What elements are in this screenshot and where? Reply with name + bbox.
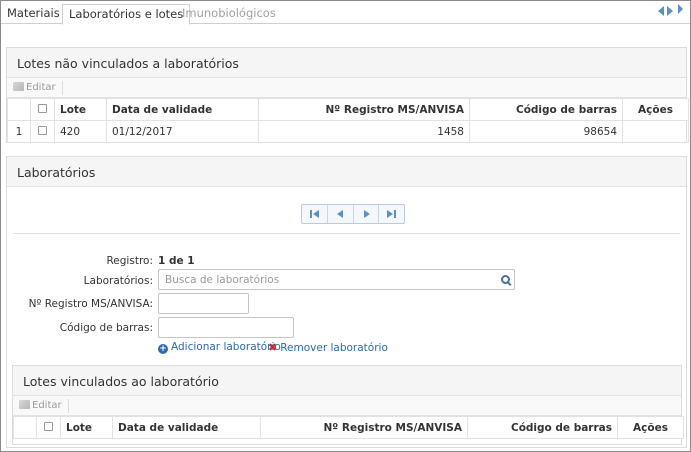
linked-edit-button[interactable]: Editar <box>19 399 69 413</box>
registro-value: 1 de 1 <box>158 255 195 267</box>
next-arrow-icon <box>363 210 370 218</box>
row-lote: 420 <box>54 120 107 143</box>
col-codigo-barras[interactable]: Código de barras <box>469 98 623 121</box>
registro-ms-input[interactable] <box>158 293 249 314</box>
table-row[interactable]: 1 420 01/12/2017 1458 98654 <box>7 120 689 143</box>
tab-scroll-end-icon[interactable] <box>678 4 683 14</box>
laboratories-panel: Laboratórios Registro: 1 de 1 Laboratóri… <box>6 156 687 448</box>
col-acoes: Ações <box>622 98 689 121</box>
row-checkbox[interactable] <box>38 125 47 135</box>
select-all-checkbox[interactable] <box>44 421 53 431</box>
divider <box>13 233 680 234</box>
record-pager <box>301 204 405 224</box>
table-header-row: Lote Data de validade Nº Registro MS/ANV… <box>7 98 689 121</box>
table-header-row: Lote Data de validade Nº Registro MS/ANV… <box>13 416 684 439</box>
first-arrow-icon <box>313 210 319 218</box>
codigo-barras-label: Código de barras: <box>59 322 153 334</box>
add-laboratory-label: Adicionar laboratório <box>171 341 281 353</box>
search-icon[interactable] <box>501 275 511 285</box>
add-laboratory-link[interactable]: + Adicionar laboratório <box>158 341 281 354</box>
next-record-button[interactable] <box>354 205 380 223</box>
col-lote[interactable]: Lote <box>60 416 113 439</box>
window-frame: Materiais Laboratórios e lotes Imunobiol… <box>0 0 691 452</box>
row-codigo: 98654 <box>469 120 623 143</box>
codigo-barras-input[interactable] <box>158 317 294 338</box>
linked-lots-panel: Lotes vinculados ao laboratório Editar L… <box>12 365 684 445</box>
index-header <box>13 416 37 439</box>
last-arrow-icon <box>387 210 394 218</box>
first-bar-icon <box>310 210 312 218</box>
select-all-checkbox[interactable] <box>38 103 47 113</box>
row-validade: 01/12/2017 <box>106 120 259 143</box>
col-data-validade[interactable]: Data de validade <box>106 98 259 121</box>
pencil-icon <box>13 82 24 91</box>
col-registro[interactable]: Nº Registro MS/ANVISA <box>258 98 470 121</box>
index-header <box>7 98 31 121</box>
remove-laboratory-link[interactable]: ✖ Remover laboratório <box>268 341 388 354</box>
tab-bar: Materiais Laboratórios e lotes Imunobiol… <box>1 1 690 25</box>
remove-x-icon: ✖ <box>268 341 278 354</box>
previous-arrow-icon <box>336 210 343 218</box>
last-record-button[interactable] <box>379 205 404 223</box>
plus-circle-icon: + <box>158 344 168 354</box>
edit-label: Editar <box>26 82 56 93</box>
tab-scroll-controls <box>656 4 686 18</box>
last-bar-icon <box>394 210 397 218</box>
previous-record-button[interactable] <box>328 205 354 223</box>
unlinked-lots-title: Lotes não vinculados a laboratórios <box>17 56 239 71</box>
unlinked-lots-panel: Lotes não vinculados a laboratórios Edit… <box>6 47 689 143</box>
col-lote[interactable]: Lote <box>54 98 107 121</box>
laboratorios-search-input[interactable] <box>158 269 515 290</box>
registro-ms-label: Nº Registro MS/ANVISA: <box>28 298 153 310</box>
linked-lots-table: Lote Data de validade Nº Registro MS/ANV… <box>13 416 684 439</box>
select-all-header <box>36 416 61 439</box>
linked-lots-toolbar: Editar <box>13 396 681 416</box>
tab-scroll-right-icon[interactable] <box>667 6 673 16</box>
unlinked-lots-header: Lotes não vinculados a laboratórios <box>7 48 686 78</box>
row-registro: 1458 <box>258 120 470 143</box>
row-select-cell <box>30 120 55 143</box>
remove-laboratory-label: Remover laboratório <box>280 342 388 354</box>
tab-scroll-left-icon[interactable] <box>658 6 664 16</box>
first-record-button[interactable] <box>302 205 328 223</box>
tab-laboratorios-e-lotes[interactable]: Laboratórios e lotes <box>62 4 191 25</box>
unlinked-edit-button[interactable]: Editar <box>13 81 63 95</box>
linked-lots-title: Lotes vinculados ao laboratório <box>23 374 219 389</box>
laboratorios-label: Laboratórios: <box>83 275 153 287</box>
col-acoes: Ações <box>617 416 684 439</box>
laboratories-header: Laboratórios <box>7 157 686 187</box>
row-acoes <box>622 120 689 143</box>
pencil-icon <box>19 400 30 409</box>
laboratories-title: Laboratórios <box>17 165 96 180</box>
tab-imunobiologicos[interactable]: Imunobiológicos <box>176 4 282 24</box>
edit-label: Editar <box>32 400 62 411</box>
linked-lots-header: Lotes vinculados ao laboratório <box>13 366 681 396</box>
tab-materiais[interactable]: Materiais <box>1 4 66 24</box>
col-data-validade[interactable]: Data de validade <box>112 416 261 439</box>
unlinked-lots-toolbar: Editar <box>7 78 686 98</box>
unlinked-lots-table: Lote Data de validade Nº Registro MS/ANV… <box>7 98 689 143</box>
col-registro[interactable]: Nº Registro MS/ANVISA <box>260 416 468 439</box>
registro-label: Registro: <box>106 255 153 267</box>
col-codigo-barras[interactable]: Código de barras <box>467 416 618 439</box>
select-all-header <box>30 98 55 121</box>
row-index: 1 <box>7 120 31 143</box>
